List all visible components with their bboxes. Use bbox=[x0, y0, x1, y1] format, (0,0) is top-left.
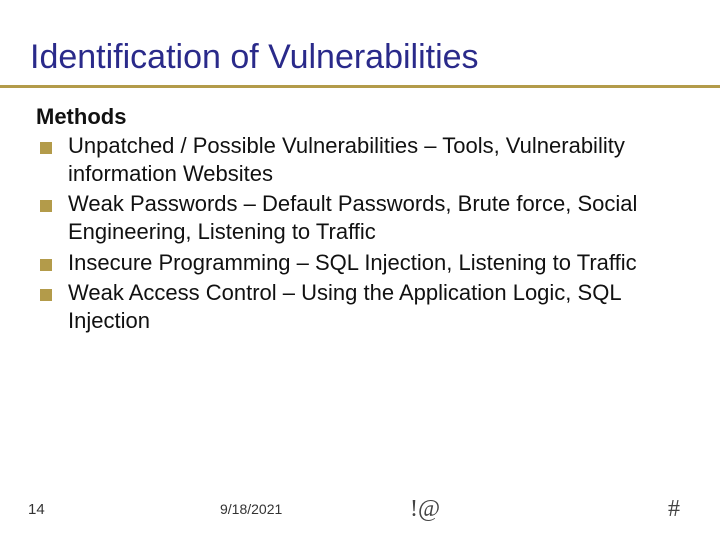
list-item: Weak Access Control – Using the Applicat… bbox=[36, 279, 684, 335]
bullet-text: Weak Access Control – Using the Applicat… bbox=[68, 279, 684, 335]
footer-symbol-left: !@ bbox=[410, 496, 440, 523]
bullet-text: Unpatched / Possible Vulnerabilities – T… bbox=[68, 132, 684, 188]
footer-date: 9/18/2021 bbox=[220, 501, 282, 517]
section-label: Methods bbox=[36, 104, 684, 130]
slide-footer: 14 9/18/2021 !@ # bbox=[0, 492, 720, 526]
square-bullet-icon bbox=[40, 200, 52, 212]
footer-symbol-right: # bbox=[668, 496, 680, 523]
list-item: Weak Passwords – Default Passwords, Brut… bbox=[36, 190, 684, 246]
slide-body: Methods Unpatched / Possible Vulnerabili… bbox=[0, 88, 720, 335]
page-number: 14 bbox=[28, 501, 45, 518]
bullet-list: Unpatched / Possible Vulnerabilities – T… bbox=[36, 132, 684, 335]
slide: Identification of Vulnerabilities Method… bbox=[0, 0, 720, 540]
list-item: Unpatched / Possible Vulnerabilities – T… bbox=[36, 132, 684, 188]
slide-title: Identification of Vulnerabilities bbox=[0, 0, 720, 88]
square-bullet-icon bbox=[40, 142, 52, 154]
bullet-text: Insecure Programming – SQL Injection, Li… bbox=[68, 249, 684, 277]
square-bullet-icon bbox=[40, 259, 52, 271]
bullet-text: Weak Passwords – Default Passwords, Brut… bbox=[68, 190, 684, 246]
list-item: Insecure Programming – SQL Injection, Li… bbox=[36, 249, 684, 277]
square-bullet-icon bbox=[40, 289, 52, 301]
